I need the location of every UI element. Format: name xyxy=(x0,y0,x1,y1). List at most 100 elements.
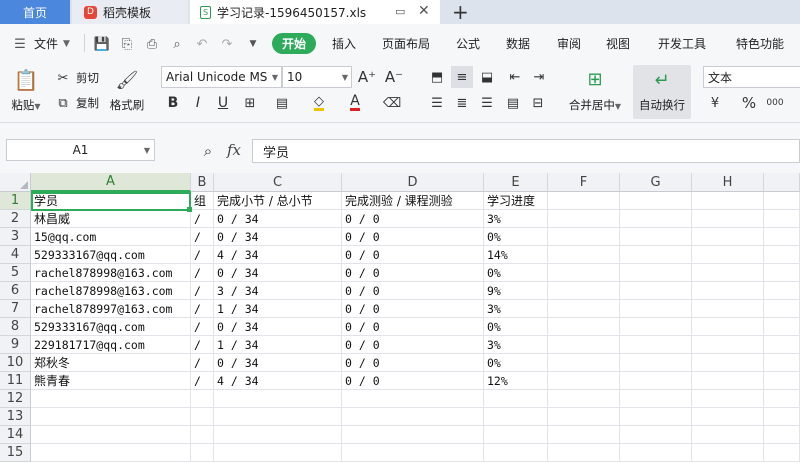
cell[interactable]: 4 / 34 xyxy=(214,372,342,390)
cell[interactable] xyxy=(548,426,620,444)
cell[interactable] xyxy=(692,300,764,318)
indent-decrease-icon[interactable]: ⇤ xyxy=(506,68,524,86)
fx-icon[interactable]: fx xyxy=(227,141,241,159)
monitor-icon[interactable]: ▭ xyxy=(395,5,409,19)
cell[interactable]: / xyxy=(191,246,214,264)
cell[interactable] xyxy=(692,210,764,228)
cell[interactable] xyxy=(548,246,620,264)
cell[interactable] xyxy=(548,444,620,462)
cell[interactable]: rachel878998@163.com xyxy=(31,264,191,282)
cell[interactable] xyxy=(191,444,214,462)
row-header-5[interactable]: 5 xyxy=(0,264,31,282)
column-header-f[interactable]: F xyxy=(548,173,620,192)
cell[interactable]: 0 / 34 xyxy=(214,318,342,336)
cell[interactable] xyxy=(548,372,620,390)
row-header-7[interactable]: 7 xyxy=(0,300,31,318)
row-header-1[interactable]: 1 xyxy=(0,192,31,210)
new-tab-plus-icon[interactable]: + xyxy=(452,0,472,24)
align-middle-icon[interactable]: ≡ xyxy=(451,66,473,88)
row-header-4[interactable]: 4 xyxy=(0,246,31,264)
cell[interactable]: / xyxy=(191,336,214,354)
cell[interactable] xyxy=(548,228,620,246)
row-header-11[interactable]: 11 xyxy=(0,372,31,390)
cell[interactable] xyxy=(548,282,620,300)
cell[interactable] xyxy=(620,444,692,462)
cell[interactable] xyxy=(764,336,800,354)
cell[interactable]: / xyxy=(191,300,214,318)
cell[interactable] xyxy=(214,426,342,444)
cell[interactable]: 12% xyxy=(484,372,548,390)
cell[interactable] xyxy=(692,282,764,300)
cell[interactable] xyxy=(764,408,800,426)
bold-icon[interactable]: B xyxy=(164,94,182,112)
cut-button[interactable]: ✂ 剪切 xyxy=(54,69,99,87)
italic-icon[interactable]: I xyxy=(189,94,207,112)
justify-icon[interactable]: ▤ xyxy=(504,94,522,112)
cell[interactable] xyxy=(548,390,620,408)
copy-button[interactable]: ⧉ 复制 xyxy=(54,94,99,112)
cell[interactable] xyxy=(191,408,214,426)
cell[interactable] xyxy=(548,336,620,354)
cell[interactable] xyxy=(764,318,800,336)
menu-page-layout[interactable]: 页面布局 xyxy=(382,24,430,63)
cell[interactable] xyxy=(548,300,620,318)
align-left-icon[interactable]: ☰ xyxy=(428,94,446,112)
cell[interactable] xyxy=(342,444,484,462)
cell[interactable]: 学员 xyxy=(31,192,191,210)
cell[interactable]: 3 / 34 xyxy=(214,282,342,300)
underline-icon[interactable]: U xyxy=(214,94,232,112)
cell[interactable] xyxy=(620,228,692,246)
cell[interactable]: 0 / 34 xyxy=(214,264,342,282)
cell[interactable]: 0 / 0 xyxy=(342,264,484,282)
row-header-10[interactable]: 10 xyxy=(0,354,31,372)
cell[interactable] xyxy=(764,354,800,372)
cell[interactable]: rachel878997@163.com xyxy=(31,300,191,318)
menu-developer[interactable]: 开发工具 xyxy=(658,24,706,63)
cell[interactable]: / xyxy=(191,282,214,300)
cell[interactable] xyxy=(214,408,342,426)
cell[interactable]: 组 xyxy=(191,192,214,210)
cell[interactable]: 0 / 0 xyxy=(342,282,484,300)
cell[interactable] xyxy=(342,408,484,426)
cell[interactable] xyxy=(484,390,548,408)
cell[interactable]: 0 / 0 xyxy=(342,318,484,336)
cell[interactable] xyxy=(31,390,191,408)
cell[interactable]: 0 / 0 xyxy=(342,246,484,264)
increase-font-icon[interactable]: A⁺ xyxy=(358,68,376,86)
cell[interactable] xyxy=(620,390,692,408)
menu-view[interactable]: 视图 xyxy=(606,24,630,63)
cell[interactable]: 3% xyxy=(484,210,548,228)
cell[interactable] xyxy=(692,228,764,246)
column-header-partial[interactable] xyxy=(764,173,800,192)
cell[interactable]: 熊青春 xyxy=(31,372,191,390)
row-header-13[interactable]: 13 xyxy=(0,408,31,426)
cell[interactable] xyxy=(692,192,764,210)
cell[interactable]: 林昌威 xyxy=(31,210,191,228)
cell[interactable]: 1 / 34 xyxy=(214,336,342,354)
cell[interactable]: 0% xyxy=(484,354,548,372)
cell[interactable]: 15@qq.com xyxy=(31,228,191,246)
menu-file[interactable]: 文件 ▼ xyxy=(34,24,70,63)
align-bottom-icon[interactable]: ⬓ xyxy=(478,68,496,86)
cell[interactable]: / xyxy=(191,264,214,282)
menu-review[interactable]: 审阅 xyxy=(557,24,581,63)
cell[interactable]: / xyxy=(191,318,214,336)
cell[interactable] xyxy=(191,426,214,444)
cell[interactable]: 3% xyxy=(484,300,548,318)
menu-formulas[interactable]: 公式 xyxy=(456,24,480,63)
cell[interactable]: 郑秋冬 xyxy=(31,354,191,372)
cell[interactable] xyxy=(764,444,800,462)
print-icon[interactable]: ⎙ xyxy=(144,36,160,52)
cell[interactable]: 3% xyxy=(484,336,548,354)
row-header-9[interactable]: 9 xyxy=(0,336,31,354)
cell[interactable]: 0 / 0 xyxy=(342,372,484,390)
cell[interactable] xyxy=(764,282,800,300)
cell[interactable]: 学习进度 xyxy=(484,192,548,210)
cell[interactable] xyxy=(692,372,764,390)
cell[interactable]: 0 / 0 xyxy=(342,354,484,372)
hamburger-menu-icon[interactable]: ☰ xyxy=(12,36,28,52)
menu-start[interactable]: 开始 xyxy=(272,33,316,54)
cell[interactable]: 0 / 0 xyxy=(342,228,484,246)
cell[interactable] xyxy=(548,192,620,210)
thousands-separator-icon[interactable]: 000 xyxy=(763,94,787,112)
